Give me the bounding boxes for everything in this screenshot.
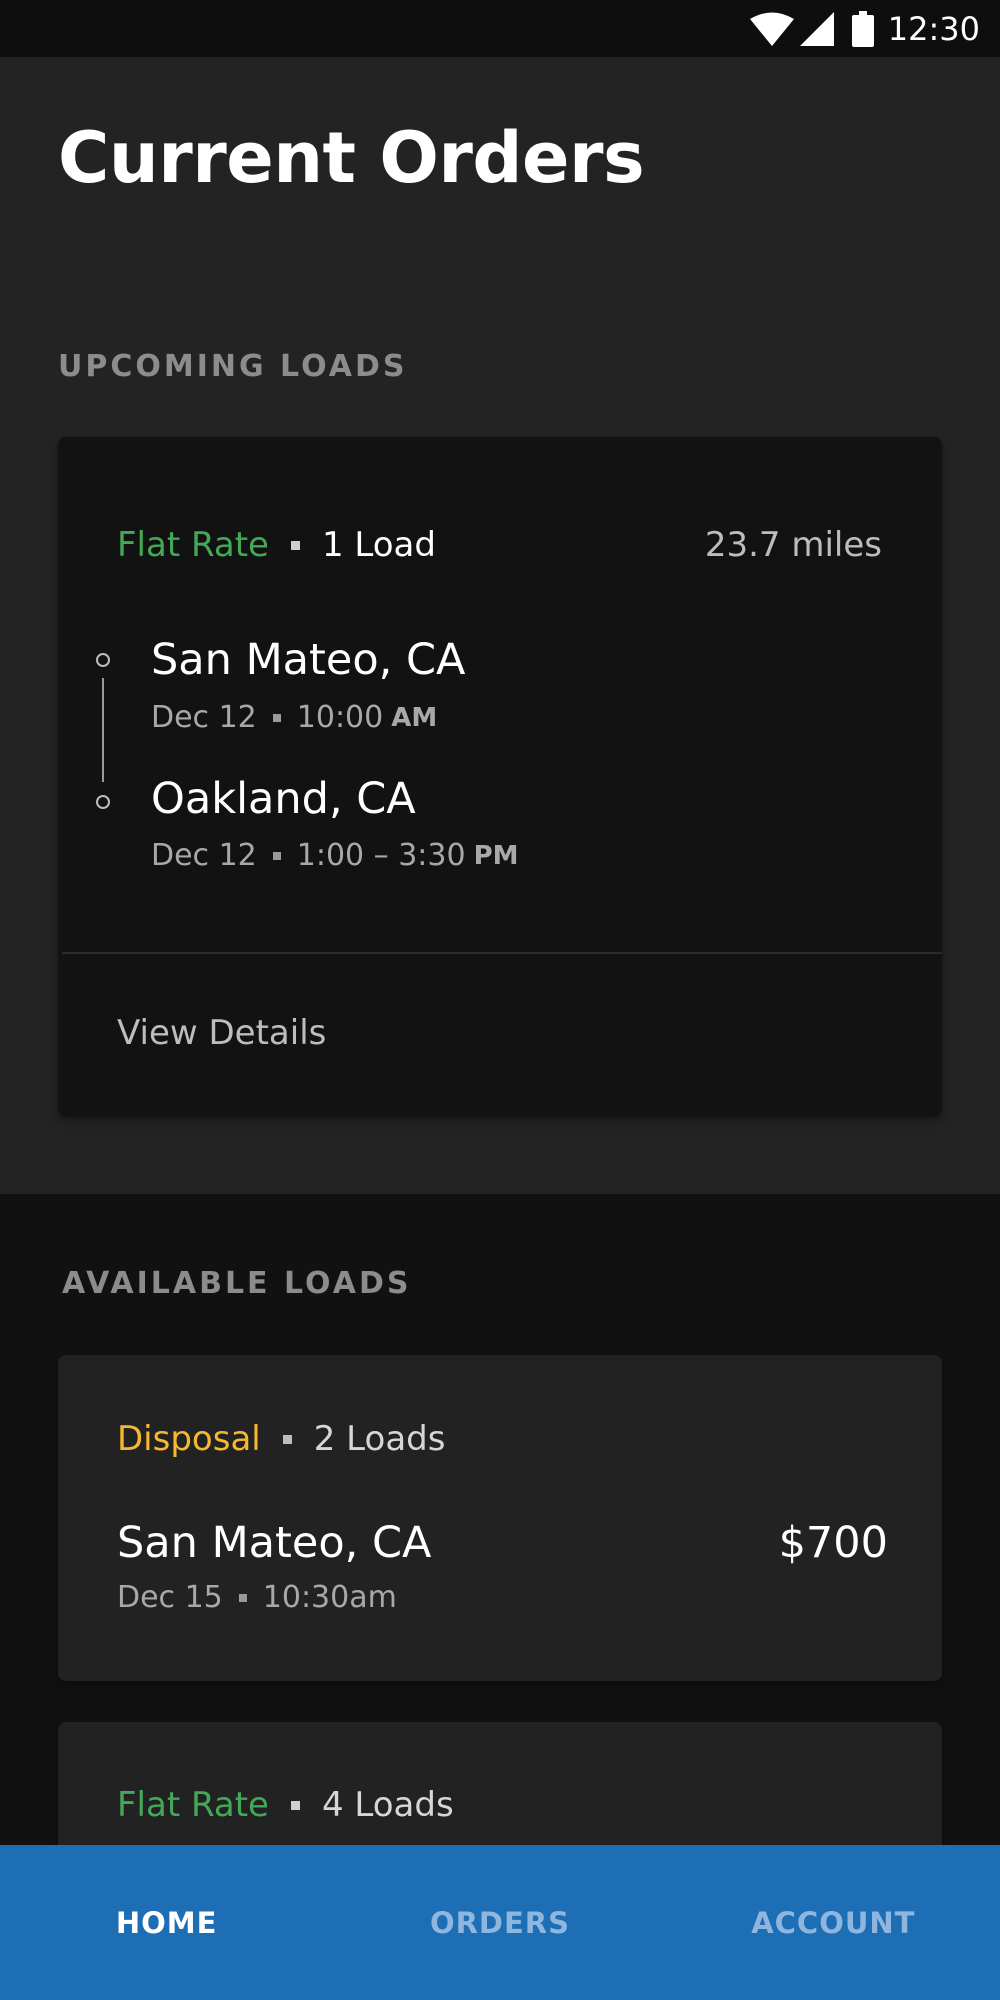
- available-city: San Mateo, CA: [117, 1518, 432, 1568]
- status-bar: 12:30: [0, 0, 1000, 57]
- status-icons: 12:30: [749, 0, 980, 57]
- destination-time: 1:00 – 3:30: [296, 838, 466, 873]
- nav-orders[interactable]: ORDERS: [333, 1845, 666, 2000]
- wifi-icon: [749, 12, 794, 46]
- page-title: Current Orders: [58, 117, 645, 199]
- origin-ampm: AM: [391, 702, 438, 733]
- available-date: Dec 15: [117, 1580, 223, 1615]
- status-time: 12:30: [887, 9, 980, 48]
- view-details-button[interactable]: View Details: [117, 1013, 326, 1053]
- load-count: 2 Loads: [313, 1419, 446, 1459]
- load-type-label: Disposal: [117, 1419, 261, 1459]
- separator-dot: [272, 713, 281, 722]
- nav-home[interactable]: HOME: [0, 1845, 333, 2000]
- separator-dot: [290, 540, 300, 550]
- destination-ampm: PM: [473, 840, 519, 871]
- origin-date: Dec 12: [151, 700, 257, 735]
- bottom-nav: HOME ORDERS ACCOUNT: [0, 1845, 1000, 2000]
- separator-dot: [238, 1593, 247, 1602]
- available-card-meta: Flat Rate 4 Loads: [117, 1785, 454, 1825]
- load-count: 1 Load: [321, 525, 436, 565]
- nav-account[interactable]: ACCOUNT: [667, 1845, 1000, 2000]
- load-type-label: Flat Rate: [117, 525, 269, 565]
- load-price: $700: [778, 1518, 888, 1568]
- load-type-label: Flat Rate: [117, 1785, 269, 1825]
- available-card-meta: Disposal 2 Loads: [117, 1419, 445, 1459]
- signal-icon: [799, 11, 834, 46]
- route-line: [102, 678, 104, 782]
- origin-datetime: Dec 12 10:00 AM: [151, 700, 437, 735]
- separator-dot: [272, 851, 281, 860]
- available-time: 10:30am: [262, 1580, 397, 1615]
- destination-date: Dec 12: [151, 838, 257, 873]
- separator-dot: [282, 1434, 292, 1444]
- origin-city: San Mateo, CA: [151, 635, 466, 685]
- available-loads-label: AVAILABLE LOADS: [62, 1266, 412, 1301]
- distance-label: 23.7 miles: [704, 525, 882, 565]
- battery-icon: [851, 10, 874, 47]
- destination-dot-icon: [96, 795, 110, 809]
- origin-dot-icon: [96, 653, 110, 667]
- origin-time: 10:00: [296, 700, 384, 735]
- load-count: 4 Loads: [321, 1785, 454, 1825]
- destination-datetime: Dec 12 1:00 – 3:30 PM: [151, 838, 519, 873]
- card-divider: [62, 952, 942, 954]
- upcoming-card-meta: Flat Rate 1 Load: [117, 525, 436, 565]
- available-datetime: Dec 15 10:30am: [117, 1580, 397, 1615]
- separator-dot: [290, 1800, 300, 1810]
- upcoming-loads-label: UPCOMING LOADS: [58, 349, 408, 384]
- destination-city: Oakland, CA: [151, 774, 416, 824]
